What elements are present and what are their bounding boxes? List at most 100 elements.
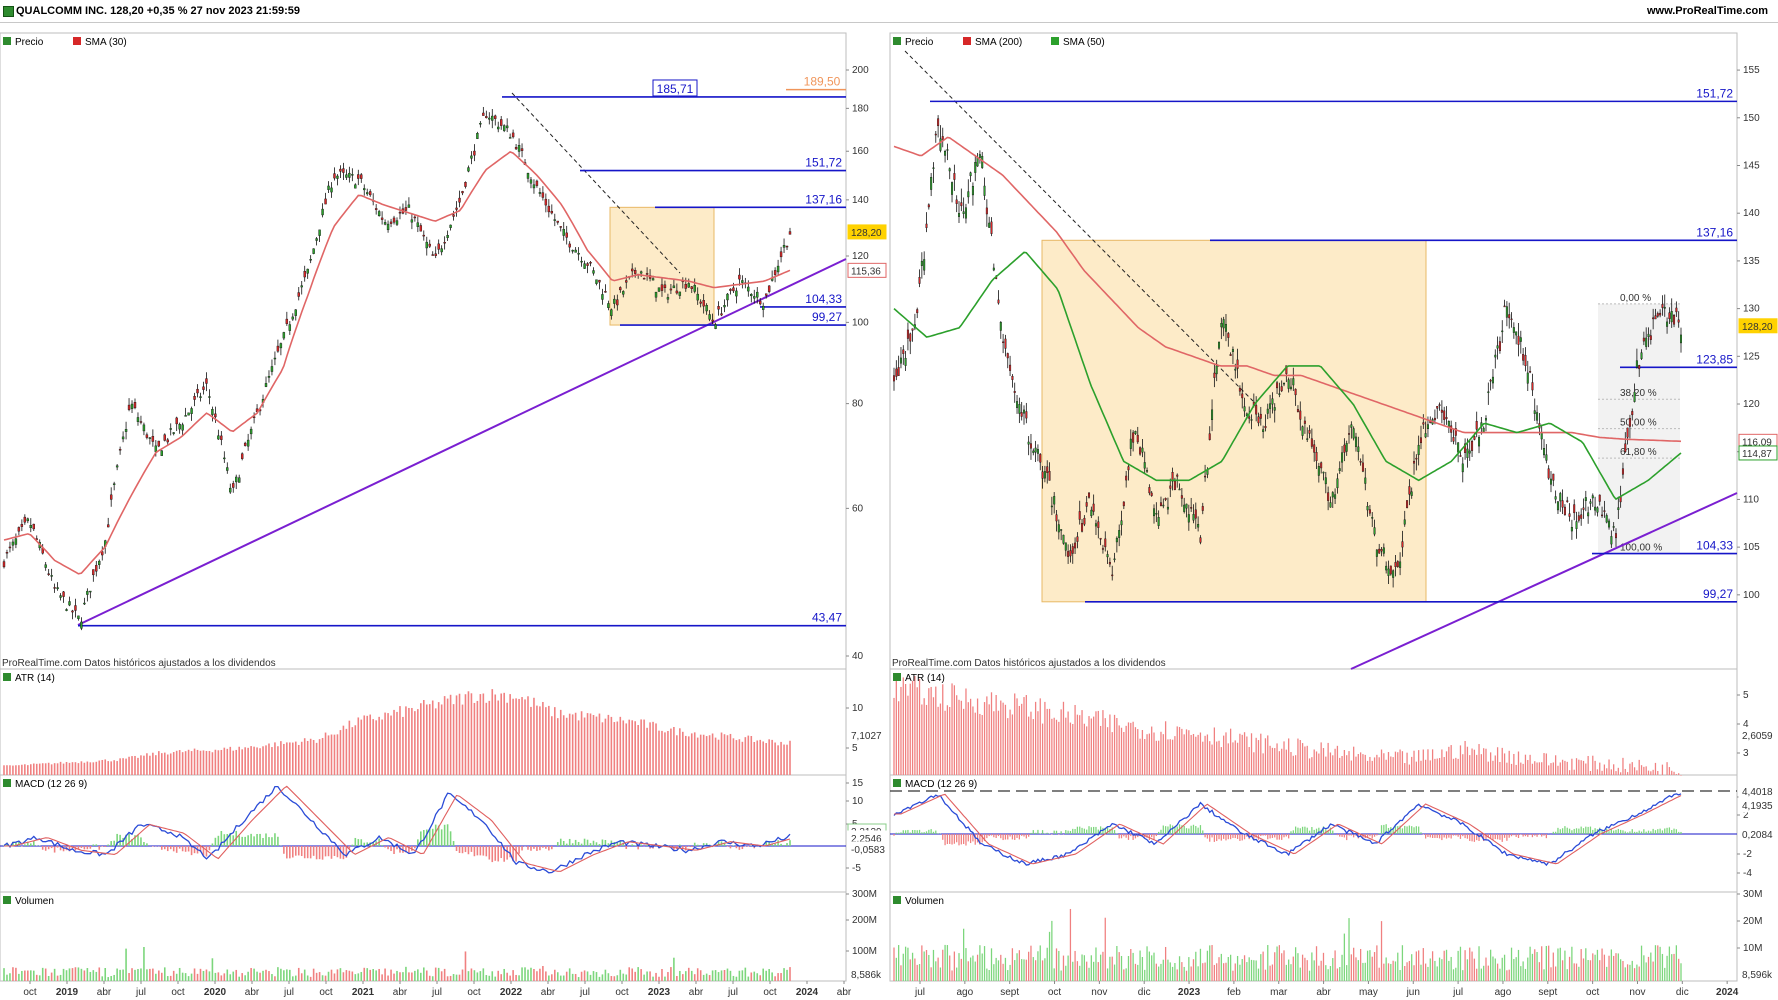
candle-body	[348, 172, 351, 178]
candle-body	[767, 285, 771, 292]
candle-body	[1013, 391, 1016, 393]
candle-body	[1334, 494, 1337, 499]
candle-body	[473, 150, 476, 156]
panel-title-price: SMA (200)	[975, 37, 1022, 48]
candle-body	[1199, 537, 1202, 543]
legend-swatch	[893, 673, 901, 681]
candle-body	[226, 467, 229, 471]
chart-canvas[interactable]: 185,71 189,50 151,72 137,16 104,33 99,27 43,47…	[0, 23, 1778, 1000]
candle-body	[702, 300, 705, 307]
prorealtime-logo-icon	[3, 6, 14, 17]
candle-body	[1308, 430, 1311, 434]
candle-body	[1053, 496, 1056, 505]
candle-body	[517, 145, 521, 152]
candle-body	[360, 174, 363, 179]
candle-body	[121, 436, 125, 440]
candle-body	[598, 279, 601, 283]
candle-body	[568, 243, 571, 248]
candle-body	[1436, 406, 1439, 409]
candle-body	[741, 280, 744, 283]
candle-body	[8, 546, 12, 549]
candle-body	[672, 285, 676, 289]
legend-swatch	[893, 896, 901, 904]
level-label: 137,16	[1696, 225, 1733, 239]
candle-body	[948, 168, 951, 172]
x-axis-label: sept	[1000, 987, 1019, 998]
candle-body	[514, 147, 518, 150]
candle-body	[279, 343, 283, 349]
candle-body	[1327, 492, 1330, 501]
candle-body	[1099, 537, 1102, 540]
volume-axis-label: 10M	[1743, 943, 1762, 954]
candle-body	[62, 591, 65, 597]
candle-body	[1320, 462, 1323, 469]
level-label: 123,85	[1696, 352, 1733, 366]
level-label: 99,27	[812, 310, 842, 324]
candle-body	[425, 241, 428, 249]
candle-body	[1315, 452, 1318, 461]
candle-body	[208, 396, 211, 398]
candle-body	[1303, 420, 1306, 424]
value-badge-text: 128,20	[1742, 322, 1773, 333]
candle-body	[1081, 523, 1084, 532]
candle-body	[1457, 442, 1460, 453]
candle-body	[1596, 507, 1599, 513]
candle-body	[502, 125, 506, 131]
candle-body	[1633, 391, 1636, 402]
level-label: 151,72	[1696, 86, 1733, 100]
candle-body	[604, 291, 607, 293]
candle-body	[336, 175, 339, 179]
candle-body	[1299, 410, 1302, 420]
x-axis-label: 2023	[648, 987, 671, 998]
candle-body	[95, 565, 98, 572]
candle-body	[1478, 437, 1481, 447]
candle-body	[1443, 410, 1446, 420]
candle-body	[470, 155, 473, 159]
candle-body	[264, 383, 268, 387]
candle-body	[306, 268, 309, 274]
candle-body	[309, 259, 312, 261]
candle-body	[1090, 509, 1093, 517]
candle-body	[1250, 419, 1253, 421]
candle-body	[1064, 542, 1067, 551]
candle-body	[68, 601, 71, 606]
price-axis-label: 160	[852, 146, 869, 157]
candle-body	[1575, 521, 1578, 529]
candle-body	[86, 590, 89, 595]
candle-body	[1155, 513, 1158, 515]
candle-body	[1011, 376, 1014, 380]
legend-swatch	[893, 779, 901, 787]
candle-body	[1524, 354, 1527, 367]
candle-body	[1415, 457, 1418, 460]
candle-body	[377, 211, 381, 217]
price-axis-label: 80	[852, 399, 864, 410]
candle-body	[1505, 306, 1508, 318]
candle-body	[1373, 527, 1376, 535]
candle-body	[166, 439, 169, 443]
candle-body	[303, 270, 306, 278]
candle-body	[276, 345, 280, 352]
x-axis-label: oct	[1586, 987, 1600, 998]
candle-body	[1626, 427, 1629, 438]
panel-title-price: Precio	[905, 37, 934, 48]
candle-body	[962, 211, 965, 214]
candle-body	[130, 403, 134, 409]
candle-body	[184, 415, 187, 417]
candle-body	[651, 278, 655, 281]
candle-body	[535, 180, 539, 186]
site-link[interactable]: www.ProRealTime.com	[1647, 5, 1768, 17]
candle-body	[1556, 501, 1559, 511]
candle-body	[1046, 466, 1049, 473]
candle-body	[217, 435, 220, 440]
candle-body	[431, 254, 434, 256]
candle-body	[1262, 429, 1265, 432]
candle-body	[1491, 376, 1494, 384]
candle-body	[127, 404, 131, 410]
x-axis-label: jul	[283, 987, 294, 998]
candle-body	[196, 388, 199, 394]
candle-body	[1452, 437, 1455, 442]
candle-body	[1322, 471, 1325, 474]
candle-body	[619, 287, 622, 291]
candle-body	[324, 198, 327, 205]
candle-body	[1006, 353, 1009, 359]
